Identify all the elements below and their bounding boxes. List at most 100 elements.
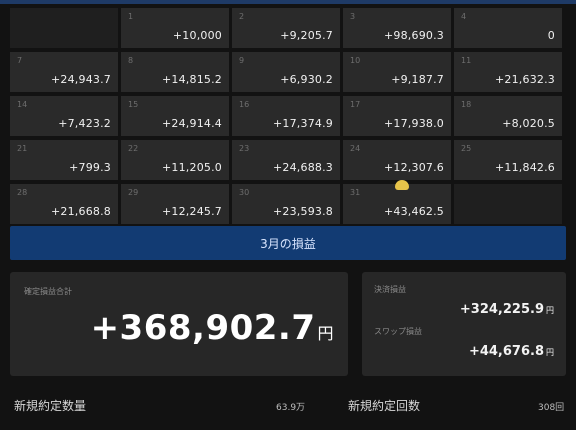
calendar-day-cell[interactable]: 22 +11,205.0 <box>121 140 229 180</box>
calendar-day-pnl: +9,187.7 <box>391 73 444 86</box>
calendar-day-number: 31 <box>350 188 361 197</box>
pnl-breakdown-panel: 決済損益 +324,225.9 円 スワップ損益 +44,676.8 円 <box>362 272 566 376</box>
settlement-pnl-label: 決済損益 <box>374 285 406 294</box>
calendar-day-number: 28 <box>17 188 28 197</box>
calendar-day-number: 8 <box>128 56 134 65</box>
settlement-pnl-amount: +324,225.9 円 <box>460 302 554 317</box>
total-pnl-label: 確定損益合計 <box>24 287 72 296</box>
settlement-pnl-value: +324,225.9 <box>459 302 544 317</box>
calendar-day-pnl: +17,374.9 <box>272 117 333 130</box>
new-order-volume-value: 63.9万 <box>276 403 306 413</box>
calendar-day-cell[interactable]: 16 +17,374.9 <box>232 96 340 136</box>
calendar-day-pnl: 0 <box>547 29 555 42</box>
calendar-day-number: 3 <box>350 12 356 21</box>
calendar-day-number: 23 <box>239 144 250 153</box>
calendar-day-number: 4 <box>461 12 467 21</box>
calendar-day-cell[interactable]: 24 +12,307.6 <box>343 140 451 180</box>
calendar-day-pnl: +21,668.8 <box>50 205 111 218</box>
calendar-day-number: 2 <box>239 12 245 21</box>
calendar-day-cell[interactable]: 9 +6,930.2 <box>232 52 340 92</box>
pnl-calendar: 1 +10,000 2 +9,205.7 3 +98,690.3 4 0 7 +24,943.7 8… <box>10 8 566 228</box>
calendar-day-pnl: +9,205.7 <box>280 29 333 42</box>
calendar-day-pnl: +6,930.2 <box>280 73 333 86</box>
calendar-day-pnl: +7,423.2 <box>58 117 111 130</box>
calendar-day-pnl: +8,020.5 <box>502 117 555 130</box>
calendar-week-row: 28 +21,668.8 29 +12,245.7 30 +23,593.8 31 +43,4… <box>10 184 566 224</box>
calendar-day-number: 25 <box>461 144 472 153</box>
calendar-day-pnl: +23,593.8 <box>272 205 333 218</box>
calendar-day-pnl: +43,462.5 <box>383 205 444 218</box>
calendar-day-cell[interactable]: 23 +24,688.3 <box>232 140 340 180</box>
calendar-day-pnl: +799.3 <box>69 161 111 174</box>
calendar-day-cell[interactable]: 40 <box>454 8 562 48</box>
total-pnl-amount: +368,902.7 円 <box>91 308 334 348</box>
total-pnl-unit: 円 <box>317 324 334 343</box>
calendar-day-number: 18 <box>461 100 472 109</box>
calendar-day-cell[interactable]: 11 +21,632.3 <box>454 52 562 92</box>
calendar-day-number: 11 <box>461 56 472 65</box>
calendar-day-number: 30 <box>239 188 250 197</box>
calendar-day-pnl: +98,690.3 <box>383 29 444 42</box>
calendar-empty-cell <box>454 184 562 224</box>
trade-stats-row: 新規約定数量 63.9万 新規約定回数 308回 <box>10 393 566 417</box>
calendar-day-pnl: +14,815.2 <box>161 73 222 86</box>
calendar-day-cell[interactable]: 28 +21,668.8 <box>10 184 118 224</box>
calendar-day-pnl: +11,842.6 <box>494 161 555 174</box>
calendar-day-cell[interactable]: 7 +24,943.7 <box>10 52 118 92</box>
calendar-day-cell[interactable]: 3 +98,690.3 <box>343 8 451 48</box>
calendar-day-cell[interactable]: 10 +9,187.7 <box>343 52 451 92</box>
calendar-day-cell[interactable]: 8 +14,815.2 <box>121 52 229 92</box>
calendar-day-number: 16 <box>239 100 250 109</box>
calendar-day-cell[interactable]: 18 +8,020.5 <box>454 96 562 136</box>
calendar-day-cell[interactable]: 2 +9,205.7 <box>232 8 340 48</box>
calendar-day-pnl: +17,938.0 <box>383 117 444 130</box>
new-order-count-value: 308回 <box>538 403 565 413</box>
calendar-day-pnl: +12,307.6 <box>383 161 444 174</box>
calendar-day-number: 1 <box>128 12 134 21</box>
calendar-day-cell[interactable]: 25 +11,842.6 <box>454 140 562 180</box>
total-pnl-value: +368,902.7 <box>90 308 316 348</box>
calendar-day-cell[interactable]: 17 +17,938.0 <box>343 96 451 136</box>
calendar-day-number: 14 <box>17 100 28 109</box>
calendar-day-pnl: +24,943.7 <box>50 73 111 86</box>
settlement-pnl-unit: 円 <box>546 306 554 315</box>
new-order-count-label: 新規約定回数 <box>348 399 421 413</box>
swap-pnl-label: スワップ損益 <box>374 327 422 336</box>
calendar-day-cell[interactable]: 29 +12,245.7 <box>121 184 229 224</box>
calendar-day-pnl: +12,245.7 <box>161 205 222 218</box>
calendar-day-number: 29 <box>128 188 139 197</box>
calendar-week-row: 1 +10,000 2 +9,205.7 3 +98,690.3 4 0 <box>10 8 566 48</box>
calendar-day-number: 7 <box>17 56 23 65</box>
month-pnl-label: 3月の損益 <box>260 236 316 251</box>
calendar-day-cell[interactable]: 30 +23,593.8 <box>232 184 340 224</box>
calendar-day-number: 24 <box>350 144 361 153</box>
calendar-day-pnl: +21,632.3 <box>494 73 555 86</box>
calendar-week-row: 7 +24,943.7 8 +14,815.2 9 +6,930.2 10 +9,187.7 1… <box>10 52 566 92</box>
calendar-day-cell[interactable]: 15 +24,914.4 <box>121 96 229 136</box>
calendar-day-number: 10 <box>350 56 361 65</box>
month-pnl-bar[interactable]: 3月の損益 <box>10 226 566 260</box>
calendar-day-pnl: +24,688.3 <box>272 161 333 174</box>
calendar-day-number: 15 <box>128 100 139 109</box>
new-order-volume-label: 新規約定数量 <box>14 399 87 413</box>
calendar-day-cell[interactable]: 14 +7,423.2 <box>10 96 118 136</box>
top-header-strip <box>0 0 576 4</box>
calendar-day-number: 21 <box>17 144 28 153</box>
swap-pnl-value: +44,676.8 <box>468 344 544 359</box>
calendar-day-cell[interactable]: 1 +10,000 <box>121 8 229 48</box>
swap-pnl-unit: 円 <box>546 348 554 357</box>
calendar-day-pnl: +10,000 <box>172 29 222 42</box>
calendar-day-pnl: +24,914.4 <box>161 117 222 130</box>
total-pnl-panel: 確定損益合計 +368,902.7 円 <box>10 272 348 376</box>
calendar-day-number: 9 <box>239 56 245 65</box>
calendar-day-number: 22 <box>128 144 139 153</box>
calendar-empty-cell <box>10 8 118 48</box>
calendar-day-number: 17 <box>350 100 361 109</box>
swap-pnl-amount: +44,676.8 円 <box>469 344 554 359</box>
calendar-day-cell[interactable]: 31 +43,462.5 <box>343 184 451 224</box>
calendar-week-row: 21 +799.3 22 +11,205.0 23 +24,688.3 24 +12,307.… <box>10 140 566 180</box>
calendar-day-pnl: +11,205.0 <box>161 161 222 174</box>
calendar-day-cell[interactable]: 21 +799.3 <box>10 140 118 180</box>
crown-badge-icon <box>395 180 409 190</box>
calendar-week-row: 14 +7,423.2 15 +24,914.4 16 +17,374.9 17 +17,93… <box>10 96 566 136</box>
